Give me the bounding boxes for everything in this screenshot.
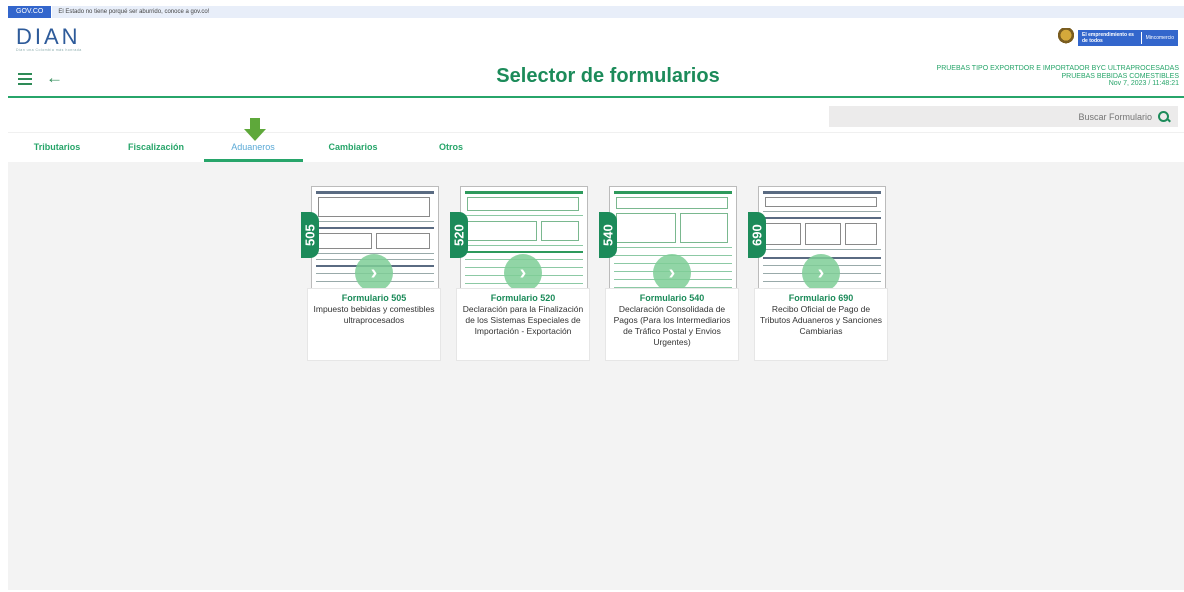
form-card-505[interactable]: 505 › Formulario 505 Impuesto bebidas y … (301, 186, 441, 361)
form-number-tag: 690 (748, 212, 766, 258)
page: GOV.CO El Estado no tiene porqué ser abu… (0, 0, 1184, 592)
form-card-520[interactable]: 520 › Formulario 520 Declaración para la… (450, 186, 590, 361)
search-input[interactable] (872, 111, 1152, 122)
active-tab-indicator (204, 159, 303, 162)
chevron-right-icon[interactable]: › (802, 254, 840, 292)
form-card-690[interactable]: 690 › Formulario 690 Recibo Oficial de P… (748, 186, 888, 361)
dian-logo[interactable]: DIAN Dian una Colombia más honrada (16, 24, 82, 53)
tab-cambiarios[interactable]: Cambiarios (324, 142, 382, 152)
user-info-line-1: PRUEBAS TIPO EXPORTDOR E IMPORTADOR BYC … (936, 65, 1179, 72)
tab-otros[interactable]: Otros (434, 142, 468, 152)
tab-bar: Tributarios Fiscalización Aduaneros Camb… (8, 132, 1184, 162)
tab-aduaneros[interactable]: Aduaneros (224, 142, 282, 152)
gov-top-bar: GOV.CO El Estado no tiene porqué ser abu… (8, 6, 1184, 18)
form-description: Declaración Consolidada de Pagos (Para l… (613, 304, 731, 347)
partner-badge-text: El emprendimiento es de todos (1078, 32, 1142, 44)
tab-fiscalizacion[interactable]: Fiscalización (126, 142, 186, 152)
form-number-tag: 505 (301, 212, 319, 258)
user-info: PRUEBAS TIPO EXPORTDOR E IMPORTADOR BYC … (937, 65, 1179, 88)
chevron-right-icon[interactable]: › (355, 254, 393, 292)
hamburger-menu-icon[interactable] (18, 73, 32, 85)
partner-badge-ministry: Mincomercio (1145, 35, 1174, 41)
tab-tributarios[interactable]: Tributarios (32, 142, 82, 152)
page-title: Selector de formularios (496, 65, 720, 87)
form-description: Recibo Oficial de Pago de Tributos Aduan… (759, 304, 883, 336)
user-info-datetime: Nov 7, 2023 / 11:48:21 (1108, 80, 1179, 87)
form-description: Impuesto bebidas y comestibles ultraproc… (313, 304, 435, 325)
form-card-body: Formulario 690 Recibo Oficial de Pago de… (754, 288, 888, 361)
form-title: Formulario 690 (788, 293, 854, 303)
form-number-tag: 520 (450, 212, 468, 258)
govco-logo[interactable]: GOV.CO (8, 6, 53, 18)
chevron-right-icon[interactable]: › (653, 254, 691, 292)
form-title: Formulario 505 (341, 293, 407, 303)
search-bar (829, 106, 1178, 127)
brand-tagline: Dian una Colombia más honrada (16, 48, 82, 52)
form-number-tag: 540 (599, 212, 617, 258)
chevron-right-icon[interactable]: › (504, 254, 542, 292)
user-info-line-2: PRUEBAS BEBIDAS COMESTIBLES (1061, 72, 1179, 80)
coat-of-arms-icon (1058, 28, 1074, 46)
govco-message[interactable]: El Estado no tiene porqué ser aburrido, … (52, 6, 1184, 18)
partner-badge: El emprendimiento es de todos Mincomerci… (1078, 30, 1178, 46)
back-arrow-icon[interactable]: ← (46, 68, 63, 88)
form-card-body: Formulario 520 Declaración para la Final… (456, 288, 590, 361)
form-card-540[interactable]: 540 › Formulario 540 Declaración Consoli… (599, 186, 739, 361)
brand-name: DIAN (16, 24, 81, 49)
form-title: Formulario 520 (490, 293, 556, 303)
form-description: Declaración para la Finalización de los … (462, 304, 584, 336)
search-icon[interactable] (1158, 110, 1170, 123)
content-area (8, 162, 1184, 590)
form-card-body: Formulario 540 Declaración Consolidada d… (605, 288, 739, 361)
toolbar: ← Selector de formularios PRUEBAS TIPO E… (8, 62, 1184, 98)
pointer-arrow-icon (244, 118, 266, 142)
form-card-body: Formulario 505 Impuesto bebidas y comest… (307, 288, 441, 361)
form-title: Formulario 540 (639, 293, 705, 303)
